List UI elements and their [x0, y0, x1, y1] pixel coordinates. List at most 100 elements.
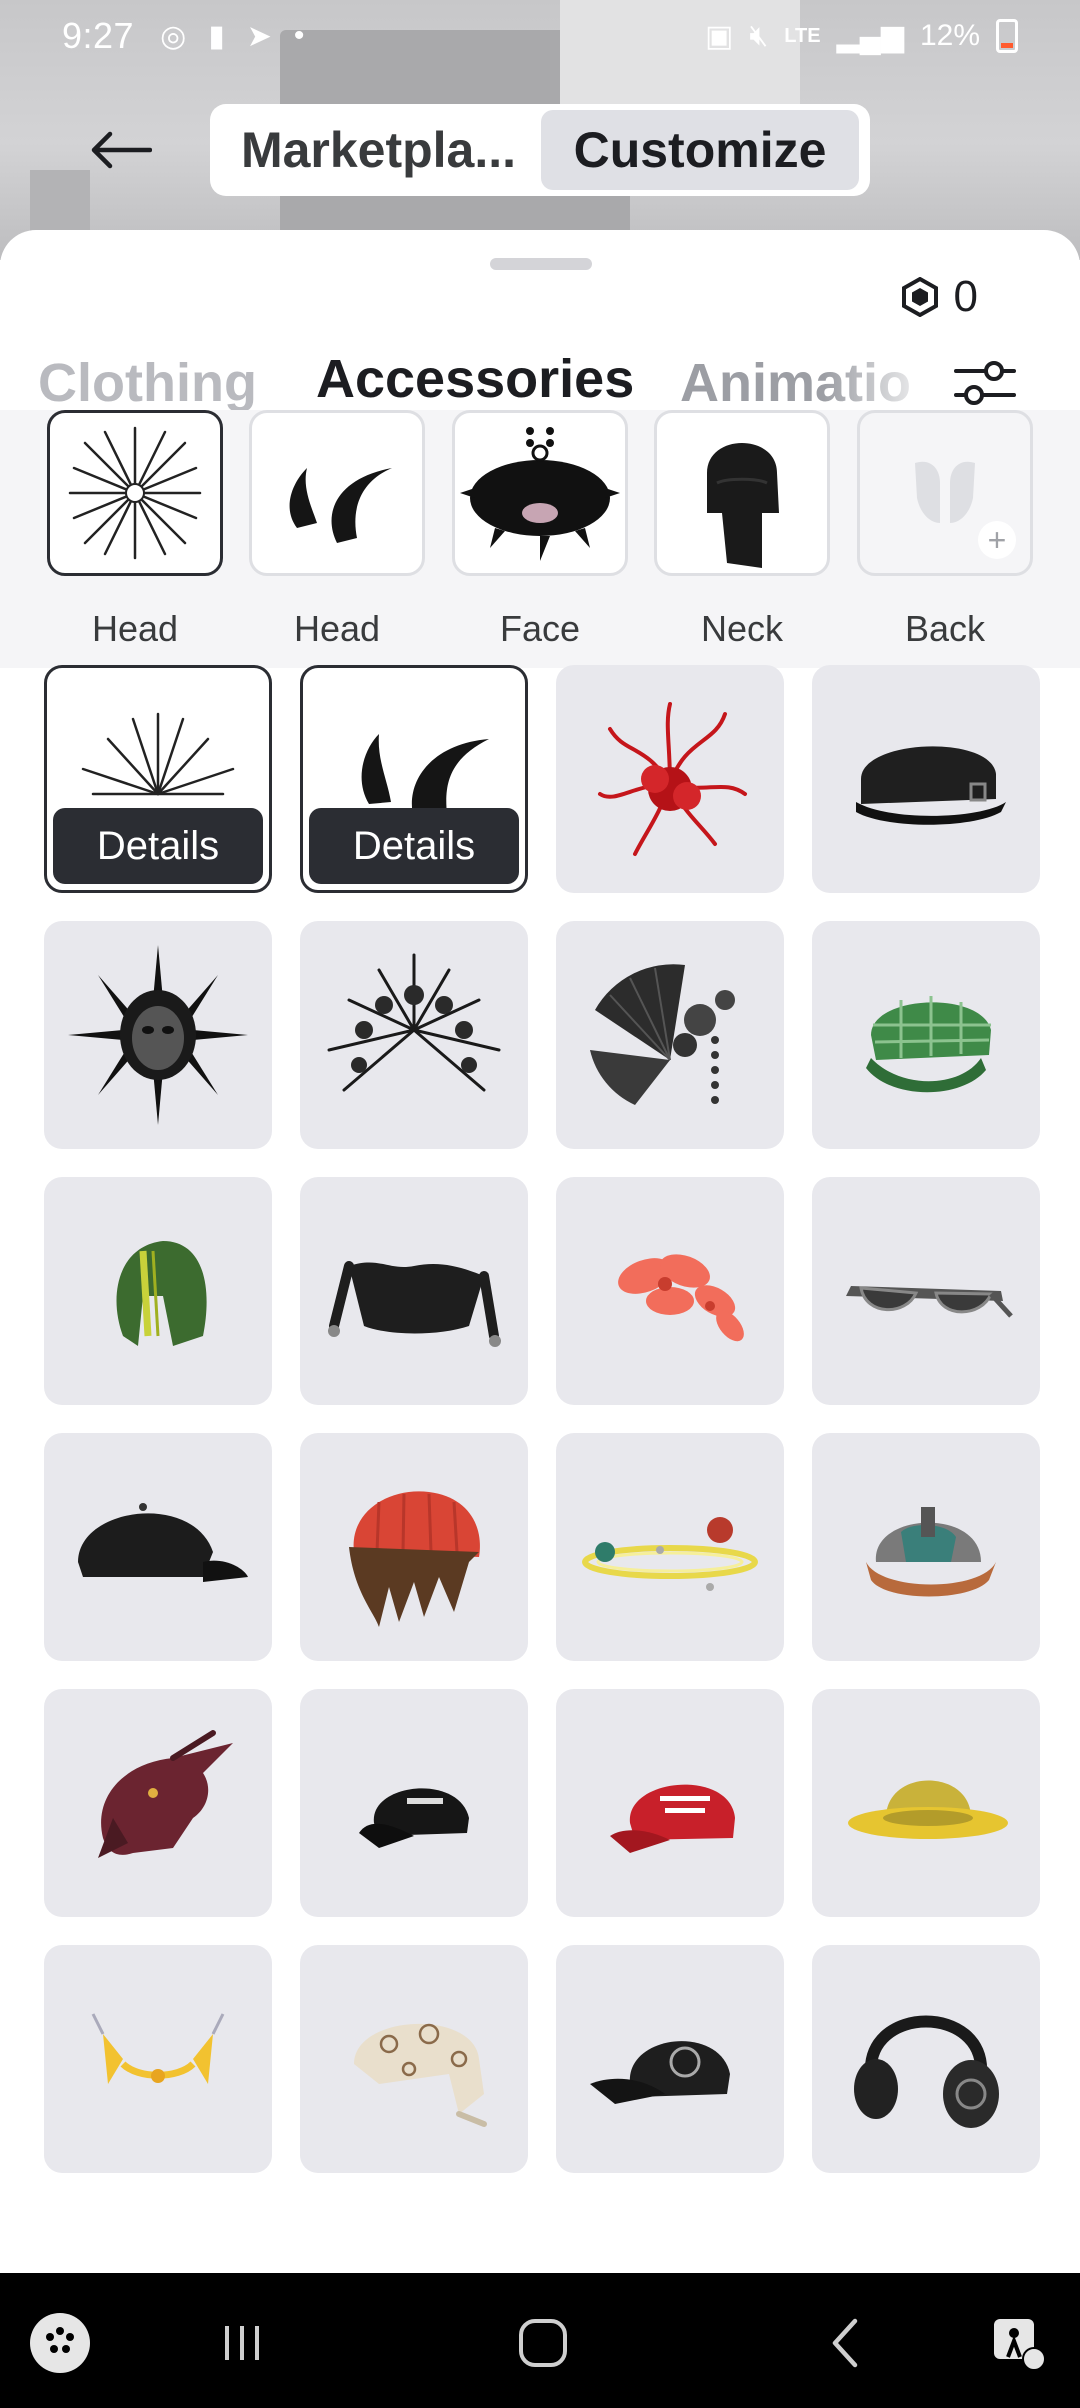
- coral-flower-icon: [618, 1254, 744, 1342]
- black-hood-icon: [707, 443, 779, 568]
- status-bar: 9:27 ◎ ▮ ➤ • ▣ 🔇︎ LTE ▂▄▆ 12%: [0, 0, 1080, 72]
- tab-customize[interactable]: Customize: [541, 110, 859, 190]
- filter-icon[interactable]: [952, 355, 1018, 411]
- red-spider-lily-icon: [598, 702, 747, 856]
- accessory-card[interactable]: [556, 665, 784, 893]
- sunglasses-icon: [846, 1286, 1013, 1318]
- top-navigation: Marketpla... Customize: [0, 100, 1080, 200]
- accessory-card[interactable]: [44, 1433, 272, 1661]
- accessory-card[interactable]: [300, 1177, 528, 1405]
- equipped-slot[interactable]: Head: [247, 410, 427, 650]
- accessory-card[interactable]: [556, 1689, 784, 1917]
- slot-label: Face: [499, 608, 581, 649]
- black-fan-icon: [590, 964, 735, 1105]
- wings-placeholder-icon: [915, 461, 975, 523]
- jester-hat-icon: [328, 1261, 501, 1347]
- notification-icons: ◎ ▮ ➤ •: [160, 19, 304, 54]
- planet-ring-icon: [582, 1517, 758, 1591]
- accessory-card[interactable]: [300, 1433, 528, 1661]
- accessory-card[interactable]: [556, 1433, 784, 1661]
- back-nav-icon[interactable]: [785, 2303, 905, 2383]
- robux-balance[interactable]: 0: [900, 272, 978, 322]
- slot-label: Head: [91, 608, 179, 649]
- accessory-card[interactable]: [300, 921, 528, 1149]
- accessory-card[interactable]: [300, 1689, 528, 1917]
- accessory-card[interactable]: [812, 1433, 1040, 1661]
- equipped-slot[interactable]: Head: [45, 410, 225, 650]
- slot-label: Back: [904, 608, 986, 649]
- green-plaid-cap-icon: [866, 996, 991, 1093]
- alert-icon: ▮: [208, 19, 225, 53]
- details-button[interactable]: Details: [53, 808, 263, 884]
- telegram-icon: ➤: [246, 19, 272, 53]
- battery-percent: 12%: [919, 19, 980, 52]
- robux-icon: [901, 277, 938, 317]
- accessory-card[interactable]: [812, 665, 1040, 893]
- black-cap-icon: [78, 1503, 248, 1582]
- black-cadet-cap-icon: [856, 746, 1006, 825]
- nfc-icon: ▣: [704, 19, 734, 53]
- headphones-icon: [854, 2015, 999, 2128]
- accessory-card[interactable]: [44, 1945, 272, 2173]
- status-time: 9:27: [62, 15, 135, 56]
- spiked-mask-icon: [460, 427, 620, 561]
- system-navigation-bar: [0, 2273, 1080, 2408]
- equipped-slot[interactable]: + Back: [855, 410, 1035, 650]
- accessory-card[interactable]: [556, 1177, 784, 1405]
- equipped-slot[interactable]: Neck: [652, 410, 832, 650]
- slot-label: Neck: [700, 608, 784, 649]
- dot-icon: •: [293, 19, 305, 52]
- accessory-card[interactable]: [556, 921, 784, 1149]
- equipped-slot[interactable]: Face: [450, 410, 630, 650]
- green-hood-icon: [116, 1241, 207, 1346]
- game-launcher-icon[interactable]: [0, 2303, 120, 2383]
- accessory-card[interactable]: [812, 1177, 1040, 1405]
- signal-icon: ▂▄▆: [836, 19, 904, 53]
- gothic-halo-icon: [327, 953, 501, 1092]
- recent-apps-icon[interactable]: [182, 2303, 302, 2383]
- chrome-icon: ◎: [160, 19, 187, 53]
- accessory-card[interactable]: [812, 1945, 1040, 2173]
- jurassic-cap-icon: [590, 2041, 730, 2104]
- accessory-card[interactable]: [812, 1689, 1040, 1917]
- red-bulls-cap-icon: [610, 1784, 735, 1853]
- home-icon[interactable]: [483, 2303, 603, 2383]
- accessory-card[interactable]: [812, 921, 1040, 1149]
- accessory-card[interactable]: Details: [300, 665, 528, 893]
- accessory-card[interactable]: [300, 1945, 528, 2173]
- accessory-card[interactable]: Details: [44, 665, 272, 893]
- spiky-burst-icon: [68, 426, 202, 560]
- equipped-card-empty[interactable]: +: [857, 410, 1033, 576]
- robux-amount: 0: [953, 272, 978, 321]
- accessory-card[interactable]: [44, 921, 272, 1149]
- mute-icon: 🔇︎: [749, 19, 769, 52]
- paisley-bandana-icon: [354, 2023, 487, 2127]
- equipped-card[interactable]: [47, 410, 223, 576]
- roblox-cap-icon: [359, 1788, 469, 1848]
- lte-icon: LTE: [784, 24, 821, 47]
- equipped-card[interactable]: [654, 410, 830, 576]
- accessibility-icon[interactable]: [958, 2303, 1078, 2383]
- add-icon[interactable]: +: [978, 521, 1016, 559]
- slot-label: Head: [293, 608, 381, 649]
- hair-with-beanie-icon: [349, 1491, 480, 1627]
- equipped-card[interactable]: [249, 410, 425, 576]
- details-button[interactable]: Details: [309, 808, 519, 884]
- yellow-bucket-hat-icon: [848, 1780, 1008, 1839]
- accessory-card[interactable]: [44, 1689, 272, 1917]
- equipped-accessories-row: Head Head Face Neck + Back: [0, 410, 1080, 668]
- spiked-mask-icon: [68, 945, 248, 1125]
- horns-icon: [289, 468, 392, 543]
- drag-handle[interactable]: [490, 258, 592, 270]
- diving-helmet-icon: [866, 1507, 996, 1597]
- dragon-head-icon: [98, 1730, 233, 1858]
- accessory-card[interactable]: [556, 1945, 784, 2173]
- winged-circlet-icon: [91, 2013, 225, 2084]
- accessory-card[interactable]: [44, 1177, 272, 1405]
- mode-segmented-control: Marketpla... Customize: [210, 104, 870, 196]
- tab-marketplace[interactable]: Marketpla...: [216, 110, 541, 190]
- back-arrow-icon[interactable]: [80, 120, 160, 180]
- battery-icon: [996, 19, 1018, 53]
- equipped-card[interactable]: [452, 410, 628, 576]
- system-icons: ▣ 🔇︎ LTE ▂▄▆ 12%: [705, 19, 1018, 54]
